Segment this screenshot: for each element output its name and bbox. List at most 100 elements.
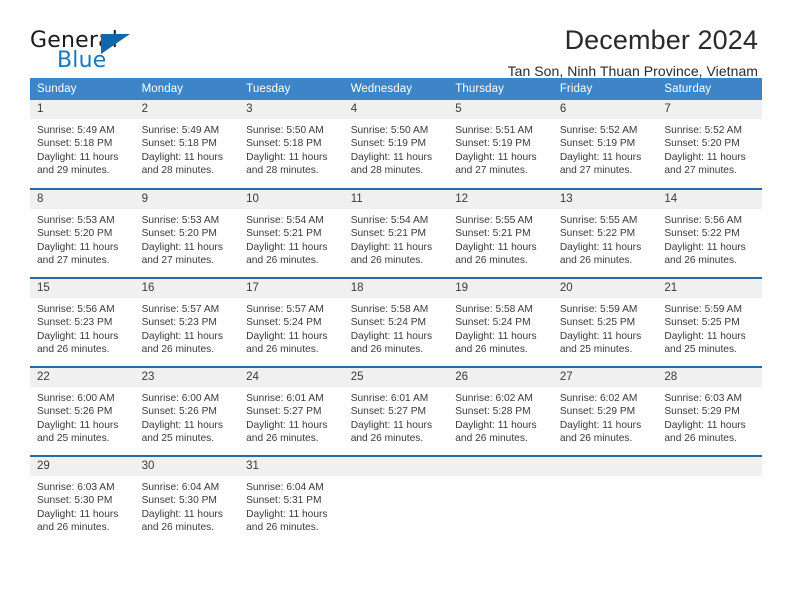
day-details: Sunrise: 5:56 AM Sunset: 5:22 PM Daylight:… bbox=[657, 209, 762, 267]
calendar-day-cell[interactable]: 7 Sunrise: 5:52 AM Sunset: 5:20 PM Daylight… bbox=[657, 100, 762, 189]
daylight-text-line1: Daylight: 11 hours bbox=[455, 330, 537, 342]
day-details: Sunrise: 5:57 AM Sunset: 5:23 PM Daylight:… bbox=[135, 298, 240, 356]
daylight-text-line1: Daylight: 11 hours bbox=[246, 330, 328, 342]
daylight-text-line2: and 26 minutes. bbox=[559, 432, 633, 444]
day-cell-inner: 4 Sunrise: 5:50 AM Sunset: 5:19 PM Daylight… bbox=[343, 100, 449, 188]
daylight-text-line2: and 25 minutes. bbox=[664, 343, 737, 355]
sunrise-text: Sunrise: 5:58 AM bbox=[455, 304, 533, 315]
calendar-day-cell[interactable]: 6 Sunrise: 5:52 AM Sunset: 5:19 PM Daylight… bbox=[552, 100, 658, 189]
sunset-text: Sunset: 5:20 PM bbox=[141, 228, 217, 240]
calendar-week-row: 8 Sunrise: 5:53 AM Sunset: 5:20 PM Daylight… bbox=[30, 188, 762, 278]
day-details: Sunrise: 5:52 AM Sunset: 5:19 PM Daylight:… bbox=[553, 119, 658, 177]
daylight-text-line2: and 26 minutes. bbox=[141, 343, 215, 355]
day-cell-inner: 28 Sunrise: 6:03 AM Sunset: 5:29 PM Dayligh… bbox=[657, 368, 762, 455]
day-details: Sunrise: 6:00 AM Sunset: 5:26 PM Daylight:… bbox=[135, 387, 240, 445]
calendar-day-cell[interactable]: 5 Sunrise: 5:51 AM Sunset: 5:19 PM Daylight… bbox=[448, 100, 553, 189]
calendar-day-cell[interactable]: 31 Sunrise: 6:04 AM Sunset: 5:31 PM Dayligh… bbox=[239, 455, 344, 545]
day-details: Sunrise: 5:58 AM Sunset: 5:24 PM Daylight:… bbox=[344, 298, 449, 356]
sunset-text: Sunset: 5:25 PM bbox=[664, 317, 740, 329]
calendar-day-cell[interactable]: 21 Sunrise: 5:59 AM Sunset: 5:25 PM Dayligh… bbox=[657, 277, 762, 367]
calendar-day-cell[interactable]: 9 Sunrise: 5:53 AM Sunset: 5:20 PM Daylight… bbox=[134, 188, 240, 278]
calendar-day-cell[interactable]: 1 Sunrise: 5:49 AM Sunset: 5:18 PM Daylight… bbox=[30, 100, 135, 189]
calendar-day-cell[interactable]: 30 Sunrise: 6:04 AM Sunset: 5:30 PM Dayligh… bbox=[134, 455, 240, 545]
day-details: Sunrise: 5:54 AM Sunset: 5:21 PM Daylight:… bbox=[239, 209, 344, 267]
daylight-text-line1: Daylight: 11 hours bbox=[141, 419, 223, 431]
calendar-day-cell[interactable]: 11 Sunrise: 5:54 AM Sunset: 5:21 PM Dayligh… bbox=[343, 188, 449, 278]
weekday-header-friday: Friday bbox=[552, 78, 658, 100]
daylight-text-line2: and 27 minutes. bbox=[559, 164, 633, 176]
day-number: 19 bbox=[448, 279, 553, 298]
daylight-text-line2: and 26 minutes. bbox=[37, 521, 110, 533]
calendar-day-cell[interactable]: 24 Sunrise: 6:01 AM Sunset: 5:27 PM Dayligh… bbox=[239, 366, 344, 456]
day-number: 17 bbox=[239, 279, 344, 298]
day-cell-inner: 24 Sunrise: 6:01 AM Sunset: 5:27 PM Dayligh… bbox=[239, 368, 344, 455]
day-number bbox=[552, 457, 658, 476]
calendar-day-cell[interactable]: 16 Sunrise: 5:57 AM Sunset: 5:23 PM Dayligh… bbox=[134, 277, 240, 367]
calendar-day-cell-empty bbox=[657, 455, 762, 545]
day-number: 14 bbox=[657, 190, 762, 209]
day-number: 27 bbox=[552, 368, 658, 387]
calendar-day-cell[interactable]: 4 Sunrise: 5:50 AM Sunset: 5:19 PM Daylight… bbox=[343, 100, 449, 189]
day-cell-inner: 13 Sunrise: 5:55 AM Sunset: 5:22 PM Dayligh… bbox=[552, 190, 658, 277]
weekday-header-wednesday: Wednesday bbox=[343, 78, 449, 100]
day-number: 7 bbox=[657, 100, 762, 119]
sunrise-text: Sunrise: 5:55 AM bbox=[455, 215, 533, 226]
day-details: Sunrise: 5:50 AM Sunset: 5:18 PM Daylight:… bbox=[239, 119, 344, 177]
day-cell-inner: 20 Sunrise: 5:59 AM Sunset: 5:25 PM Dayligh… bbox=[552, 279, 658, 366]
day-number bbox=[657, 457, 762, 476]
calendar-day-cell[interactable]: 28 Sunrise: 6:03 AM Sunset: 5:29 PM Dayligh… bbox=[657, 366, 762, 456]
daylight-text-line1: Daylight: 11 hours bbox=[246, 241, 328, 253]
calendar-day-cell[interactable]: 10 Sunrise: 5:54 AM Sunset: 5:21 PM Dayligh… bbox=[239, 188, 344, 278]
calendar-week-row: 22 Sunrise: 6:00 AM Sunset: 5:26 PM Dayligh… bbox=[30, 366, 762, 456]
daylight-text-line1: Daylight: 11 hours bbox=[559, 330, 642, 342]
day-cell-inner: 26 Sunrise: 6:02 AM Sunset: 5:28 PM Dayligh… bbox=[448, 368, 553, 455]
sunrise-text: Sunrise: 5:56 AM bbox=[37, 304, 115, 315]
calendar-day-cell[interactable]: 27 Sunrise: 6:02 AM Sunset: 5:29 PM Dayligh… bbox=[552, 366, 658, 456]
calendar-day-cell[interactable]: 20 Sunrise: 5:59 AM Sunset: 5:25 PM Dayligh… bbox=[552, 277, 658, 367]
day-cell-inner: 8 Sunrise: 5:53 AM Sunset: 5:20 PM Daylight… bbox=[30, 190, 135, 277]
page-title: December 2024 bbox=[564, 25, 758, 55]
day-cell-inner: 25 Sunrise: 6:01 AM Sunset: 5:27 PM Dayligh… bbox=[343, 368, 449, 455]
daylight-text-line1: Daylight: 11 hours bbox=[664, 151, 746, 163]
day-cell-inner: 5 Sunrise: 5:51 AM Sunset: 5:19 PM Daylight… bbox=[448, 100, 553, 188]
page-header: General Blue December 2024 Tan Son, Ninh… bbox=[30, 0, 762, 80]
calendar-day-cell[interactable]: 2 Sunrise: 5:49 AM Sunset: 5:18 PM Daylight… bbox=[134, 100, 240, 189]
calendar-day-cell[interactable]: 18 Sunrise: 5:58 AM Sunset: 5:24 PM Dayligh… bbox=[343, 277, 449, 367]
calendar-day-cell[interactable]: 26 Sunrise: 6:02 AM Sunset: 5:28 PM Dayligh… bbox=[448, 366, 553, 456]
day-number: 9 bbox=[134, 190, 240, 209]
sunset-text: Sunset: 5:24 PM bbox=[246, 317, 322, 329]
calendar-day-cell[interactable]: 12 Sunrise: 5:55 AM Sunset: 5:21 PM Dayligh… bbox=[448, 188, 553, 278]
sunset-text: Sunset: 5:24 PM bbox=[350, 317, 427, 329]
calendar-day-cell[interactable]: 15 Sunrise: 5:56 AM Sunset: 5:23 PM Dayligh… bbox=[30, 277, 135, 367]
day-cell-inner: 23 Sunrise: 6:00 AM Sunset: 5:26 PM Dayligh… bbox=[134, 368, 240, 455]
day-cell-inner bbox=[448, 457, 553, 545]
calendar-day-cell[interactable]: 8 Sunrise: 5:53 AM Sunset: 5:20 PM Daylight… bbox=[30, 188, 135, 278]
calendar-day-cell[interactable]: 13 Sunrise: 5:55 AM Sunset: 5:22 PM Dayligh… bbox=[552, 188, 658, 278]
day-cell-inner: 19 Sunrise: 5:58 AM Sunset: 5:24 PM Dayligh… bbox=[448, 279, 553, 366]
calendar-body: 1 Sunrise: 5:49 AM Sunset: 5:18 PM Daylight… bbox=[30, 100, 762, 545]
daylight-text-line2: and 27 minutes. bbox=[141, 254, 215, 266]
day-number: 29 bbox=[30, 457, 135, 476]
day-cell-inner: 2 Sunrise: 5:49 AM Sunset: 5:18 PM Daylight… bbox=[134, 100, 240, 188]
calendar-day-cell[interactable]: 14 Sunrise: 5:56 AM Sunset: 5:22 PM Dayligh… bbox=[657, 188, 762, 278]
calendar-day-cell[interactable]: 23 Sunrise: 6:00 AM Sunset: 5:26 PM Dayligh… bbox=[134, 366, 240, 456]
sunrise-text: Sunrise: 5:50 AM bbox=[246, 125, 324, 136]
daylight-text-line1: Daylight: 11 hours bbox=[559, 151, 642, 163]
sunset-text: Sunset: 5:26 PM bbox=[141, 406, 217, 418]
general-blue-logo[interactable]: General Blue bbox=[30, 26, 142, 78]
calendar-day-cell[interactable]: 3 Sunrise: 5:50 AM Sunset: 5:18 PM Daylight… bbox=[239, 100, 344, 189]
day-cell-inner: 31 Sunrise: 6:04 AM Sunset: 5:31 PM Dayligh… bbox=[239, 457, 344, 545]
calendar-day-cell[interactable]: 25 Sunrise: 6:01 AM Sunset: 5:27 PM Dayligh… bbox=[343, 366, 449, 456]
sunset-text: Sunset: 5:19 PM bbox=[350, 138, 427, 150]
day-details: Sunrise: 6:03 AM Sunset: 5:29 PM Daylight:… bbox=[657, 387, 762, 445]
day-details: Sunrise: 5:49 AM Sunset: 5:18 PM Daylight:… bbox=[30, 119, 135, 177]
weekday-header-thursday: Thursday bbox=[448, 78, 553, 100]
sunrise-text: Sunrise: 6:02 AM bbox=[455, 393, 533, 404]
calendar-day-cell[interactable]: 19 Sunrise: 5:58 AM Sunset: 5:24 PM Dayligh… bbox=[448, 277, 553, 367]
calendar-day-cell[interactable]: 29 Sunrise: 6:03 AM Sunset: 5:30 PM Dayligh… bbox=[30, 455, 135, 545]
day-details: Sunrise: 5:50 AM Sunset: 5:19 PM Daylight:… bbox=[344, 119, 449, 177]
calendar-day-cell[interactable]: 17 Sunrise: 5:57 AM Sunset: 5:24 PM Dayligh… bbox=[239, 277, 344, 367]
calendar-day-cell[interactable]: 22 Sunrise: 6:00 AM Sunset: 5:26 PM Dayligh… bbox=[30, 366, 135, 456]
daylight-text-line1: Daylight: 11 hours bbox=[350, 330, 433, 342]
day-number: 24 bbox=[239, 368, 344, 387]
